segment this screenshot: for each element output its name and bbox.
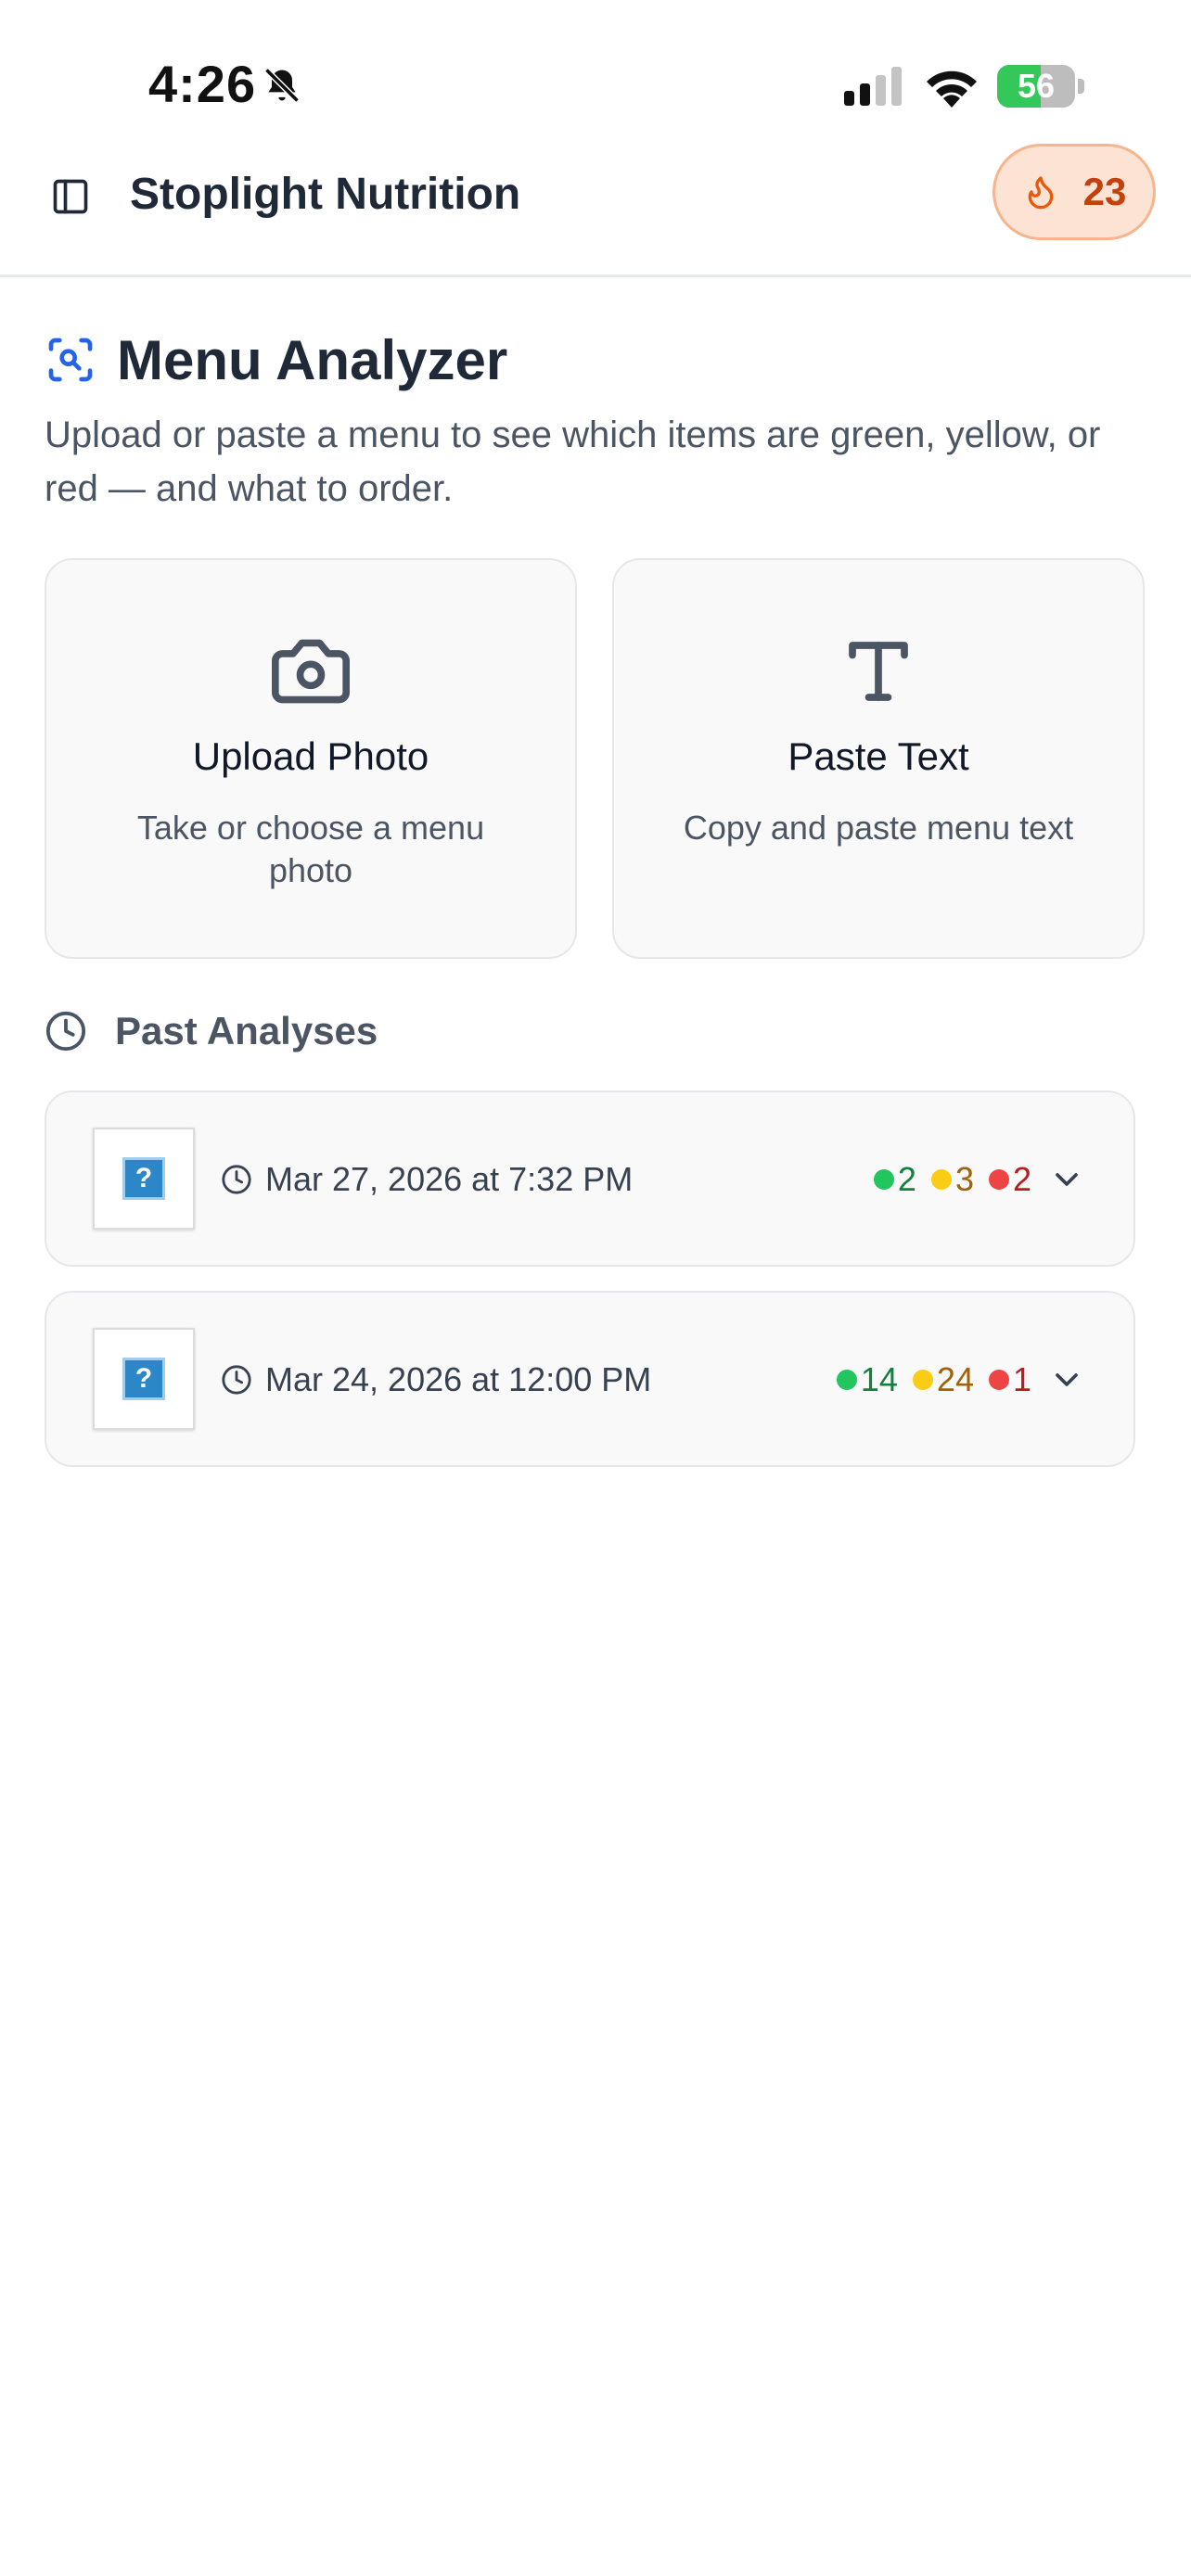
- green-count-value: 2: [897, 1160, 916, 1198]
- red-count: 1: [988, 1360, 1031, 1399]
- red-count: 2: [988, 1160, 1031, 1199]
- flame-icon: [1028, 176, 1053, 210]
- sidebar-toggle-button[interactable]: [48, 174, 93, 219]
- past-analyses-title: Past Analyses: [115, 1009, 378, 1052]
- streak-badge[interactable]: 23: [992, 144, 1156, 240]
- app-header: Stoplight Nutrition 23: [0, 139, 1191, 277]
- rating-counts: 2 3 2: [873, 1152, 1031, 1207]
- analysis-row[interactable]: ? Mar 24, 2026 at 12:00 PM 14 24 1: [45, 1291, 1135, 1467]
- green-count: 14: [836, 1360, 898, 1399]
- history-clock-icon: [45, 1011, 86, 1052]
- analysis-date: Mar 27, 2026 at 7:32 PM: [265, 1160, 634, 1198]
- cellular-signal-icon: [844, 67, 902, 106]
- paste-text-description: Copy and paste menu text: [683, 809, 1074, 847]
- clock-icon: [222, 1365, 251, 1395]
- upload-photo-card[interactable]: Upload Photo Take or choose a menu photo: [45, 558, 577, 959]
- wifi-icon: [927, 70, 977, 108]
- missing-image-icon: ?: [122, 1157, 165, 1200]
- menu-thumbnail: ?: [93, 1128, 195, 1230]
- yellow-count: 24: [912, 1360, 974, 1399]
- status-bar: 4:26 56: [0, 0, 1191, 158]
- text-icon: [849, 642, 908, 701]
- past-analyses-heading: Past Analyses: [45, 1003, 378, 1059]
- battery-indicator: 56: [997, 65, 1084, 108]
- yellow-count: 3: [930, 1160, 974, 1199]
- missing-image-icon: ?: [122, 1358, 165, 1400]
- red-count-value: 1: [1012, 1360, 1031, 1398]
- sidebar-icon: [53, 179, 88, 214]
- clock-icon: [222, 1165, 251, 1194]
- page-subtitle: Upload or paste a menu to see which item…: [45, 414, 1101, 509]
- bell-slash-icon: [264, 68, 300, 103]
- analysis-date: Mar 24, 2026 at 12:00 PM: [265, 1360, 652, 1398]
- page-heading: Menu Analyzer: [45, 326, 507, 393]
- battery-percent: 56: [1017, 67, 1056, 105]
- yellow-count-value: 24: [936, 1360, 974, 1398]
- rating-counts: 14 24 1: [836, 1352, 1031, 1408]
- yellow-count-value: 3: [954, 1160, 974, 1198]
- green-count: 2: [873, 1160, 916, 1199]
- scan-search-icon: [48, 338, 93, 382]
- upload-photo-title: Upload Photo: [192, 734, 429, 778]
- page-title: Menu Analyzer: [117, 328, 508, 391]
- chevron-down-icon[interactable]: [1048, 1361, 1085, 1398]
- app-title: Stoplight Nutrition: [130, 170, 521, 219]
- analysis-row[interactable]: ? Mar 27, 2026 at 7:32 PM 2 3 2: [45, 1090, 1135, 1267]
- red-count-value: 2: [1012, 1160, 1031, 1198]
- paste-text-card[interactable]: Paste Text Copy and paste menu text: [612, 558, 1145, 959]
- camera-icon: [272, 639, 350, 704]
- upload-photo-description: Take or choose a menu photo: [136, 809, 485, 889]
- menu-thumbnail: ?: [93, 1328, 195, 1430]
- streak-count: 23: [1082, 170, 1127, 213]
- paste-text-title: Paste Text: [788, 734, 969, 778]
- status-time: 4:26: [148, 55, 257, 113]
- chevron-down-icon[interactable]: [1048, 1161, 1085, 1198]
- green-count-value: 14: [860, 1360, 898, 1398]
